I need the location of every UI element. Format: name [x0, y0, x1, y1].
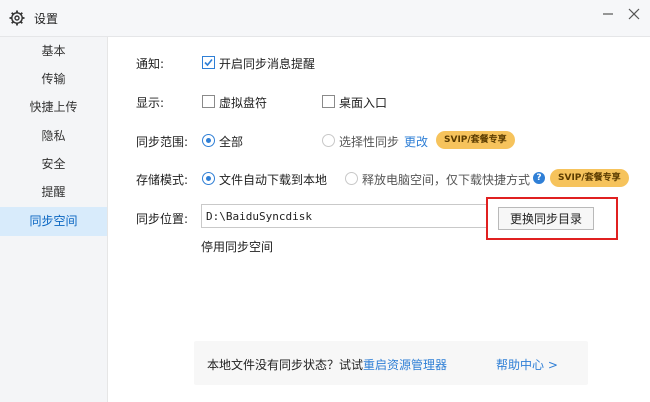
sidebar: 基本 传输 快捷上传 隐私 安全 提醒 同步空间 [0, 37, 108, 402]
storage-free-radio[interactable] [345, 172, 358, 185]
scope-all-radio[interactable] [202, 134, 215, 147]
minimize-icon[interactable] [598, 4, 618, 24]
settings-panel: 通知: 开启同步消息提醒 显示: 虚拟盘符 桌面入口 同步范围: 全部 选择性同… [108, 37, 650, 402]
help-icon[interactable]: ? [533, 172, 545, 184]
gear-icon [9, 10, 25, 26]
scope-label: 同步范围: [136, 135, 189, 149]
sidebar-item-basic[interactable]: 基本 [0, 37, 107, 66]
change-sync-folder-button[interactable]: 更换同步目录 [498, 207, 594, 230]
footer-message: 本地文件没有同步状态？试试 [207, 358, 364, 372]
sidebar-item-quick-upload[interactable]: 快捷上传 [0, 93, 107, 122]
storage-auto-option: 文件自动下载到本地 [219, 173, 328, 187]
sidebar-item-security[interactable]: 安全 [0, 150, 107, 179]
scope-selective-option: 选择性同步 [339, 135, 400, 149]
storage-auto-radio[interactable] [202, 172, 215, 185]
display-label: 显示: [136, 96, 165, 110]
scope-change-link[interactable]: 更改 [404, 133, 428, 150]
scope-all-option: 全部 [219, 135, 244, 149]
desktop-entry-checkbox[interactable] [322, 95, 335, 108]
virtual-drive-checkbox[interactable] [202, 95, 215, 108]
sidebar-item-reminder[interactable]: 提醒 [0, 178, 107, 207]
virtual-drive-option: 虚拟盘符 [219, 96, 268, 110]
storage-label: 存储模式: [136, 173, 189, 187]
notify-option: 开启同步消息提醒 [219, 57, 316, 71]
svip-badge: SVIP/套餐专享 [550, 169, 629, 187]
help-center-link[interactable]: 帮助中心 > [496, 356, 558, 373]
window-title: 设置 [34, 12, 59, 26]
storage-free-option: 释放电脑空间，仅下载快捷方式 [362, 173, 531, 187]
notify-checkbox[interactable] [202, 56, 215, 69]
scope-selective-radio[interactable] [322, 134, 335, 147]
notify-label: 通知: [136, 57, 165, 71]
location-label: 同步位置: [136, 212, 189, 226]
footer-tip: 本地文件没有同步状态？试试 重启资源管理器 帮助中心 > [194, 341, 588, 385]
restart-explorer-link[interactable]: 重启资源管理器 [363, 356, 447, 373]
disable-sync-space-link[interactable]: 停用同步空间 [201, 238, 273, 255]
sidebar-item-privacy[interactable]: 隐私 [0, 122, 107, 151]
desktop-entry-option: 桌面入口 [339, 96, 388, 110]
close-icon[interactable] [624, 4, 644, 24]
sync-path-field[interactable]: D:\BaiduSyncdisk [201, 204, 487, 228]
sidebar-item-transfer[interactable]: 传输 [0, 65, 107, 94]
title-bar: 设置 [0, 0, 650, 37]
svip-badge: SVIP/套餐专享 [436, 131, 515, 149]
sidebar-item-sync-space[interactable]: 同步空间 [0, 207, 107, 236]
